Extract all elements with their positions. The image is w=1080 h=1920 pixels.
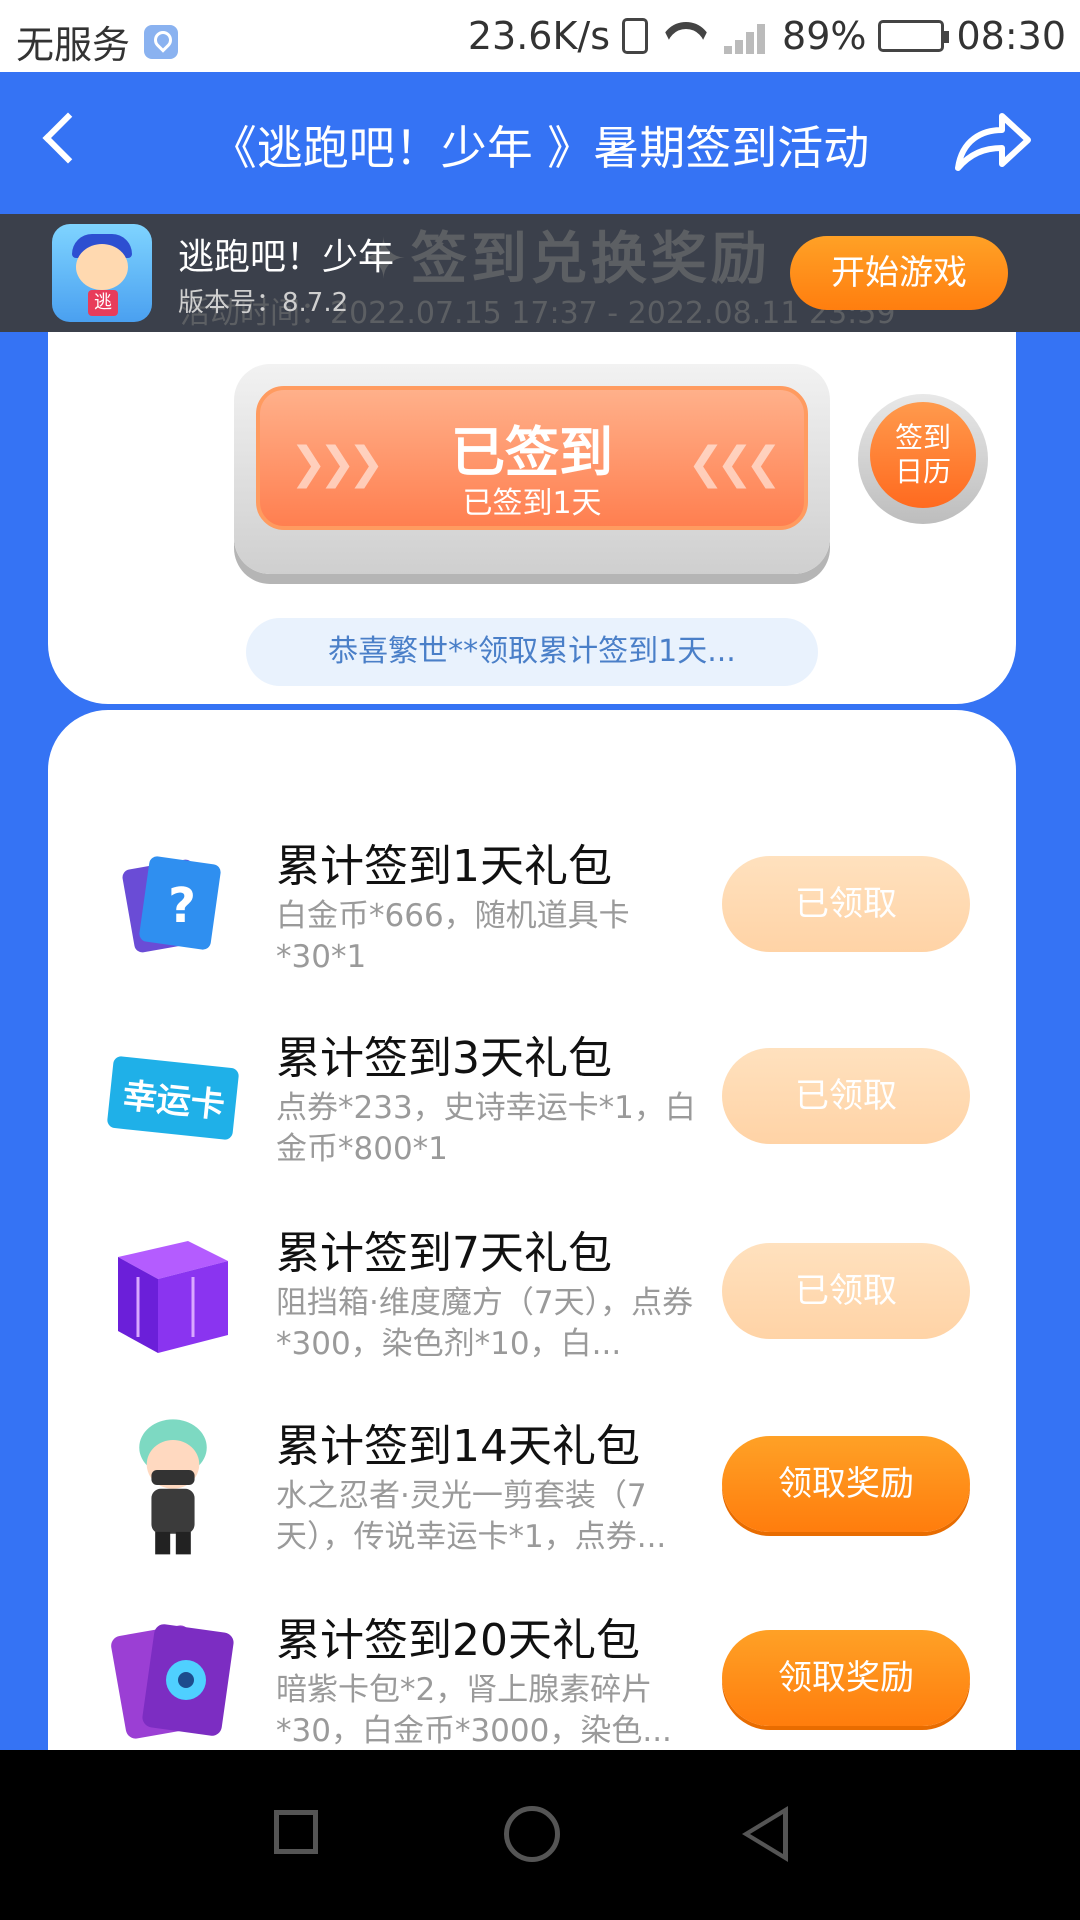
notice-bar: 恭喜繁世**领取累计签到1天...	[246, 618, 818, 686]
reward-desc: 点券*233，史诗幸运卡*1，白金币*800*1	[276, 1090, 696, 1167]
wifi-icon	[660, 18, 712, 54]
checkin-status: 已签到	[451, 421, 613, 484]
status-bar: 无服务 23.6K/s 89% 08:30	[0, 0, 1080, 72]
mystery-card-icon: ?	[122, 856, 221, 953]
location-icon	[144, 24, 179, 59]
rewards-list: ? 累计签到1天礼包 白金币*666，随机道具卡*30*1 已领取 幸运卡 累计…	[48, 710, 1016, 1750]
claim-reward-button[interactable]: 领取奖励	[722, 1630, 970, 1726]
reward-desc: 阻挡箱·维度魔方（7天），点券*300，染色剂*10，白...	[276, 1285, 694, 1362]
checkin-days: 已签到1天	[462, 486, 602, 521]
battery-percent: 89%	[782, 14, 867, 58]
claimed-button[interactable]: 已领取	[722, 1048, 970, 1144]
reward-desc: 暗紫卡包*2，肾上腺素碎片*30，白金币*3000，染色...	[276, 1672, 672, 1749]
game-app-icon: 逃	[52, 224, 152, 322]
reward-title: 累计签到7天礼包	[276, 1228, 612, 1279]
signal-icon	[724, 18, 770, 54]
list-item: 累计签到7天礼包 阻挡箱·维度魔方（7天），点券*300，染色剂*10，白...…	[48, 1207, 1016, 1387]
claimed-button[interactable]: 已领取	[722, 856, 970, 952]
network-speed: 23.6K/s	[467, 14, 611, 58]
start-game-button[interactable]: 开始游戏	[790, 236, 1008, 310]
home-icon[interactable]	[504, 1806, 560, 1862]
app-version: 版本号：8.7.2	[178, 288, 349, 318]
recent-apps-icon[interactable]	[274, 1810, 318, 1854]
card-pack-icon	[111, 1624, 234, 1739]
banner-ghost-title: ✦签到兑换奖励 ✦	[360, 227, 846, 292]
claimed-button[interactable]: 已领取	[722, 1243, 970, 1339]
reward-title: 累计签到3天礼包	[276, 1033, 612, 1084]
reward-title: 累计签到1天礼包	[276, 841, 612, 892]
app-icon-badge: 逃	[88, 290, 118, 316]
svg-text:?: ?	[168, 878, 196, 934]
app-download-banner: ✦签到兑换奖励 ✦ 活动时间：2022.07.15 17:37 - 2022.0…	[0, 214, 1080, 332]
back-triangle-icon[interactable]	[742, 1806, 788, 1862]
calendar-label: 签到 日历	[870, 402, 976, 508]
app-header: 《逃跑吧！少年 》暑期签到活动	[0, 72, 1080, 214]
share-icon[interactable]	[952, 110, 1032, 174]
list-item: 累计签到20天礼包 暗紫卡包*2，肾上腺素碎片*30，白金币*3000，染色..…	[48, 1594, 1016, 1774]
carrier-text: 无服务	[16, 23, 131, 67]
system-nav-bar	[0, 1750, 1080, 1920]
app-name: 逃跑吧！少年	[178, 237, 395, 278]
reward-title: 累计签到14天礼包	[276, 1421, 640, 1472]
checkin-calendar-button[interactable]: 签到 日历	[858, 394, 988, 524]
reward-desc: 白金币*666，随机道具卡*30*1	[276, 898, 630, 975]
reward-desc: 水之忍者·灵光一剪套装（7天），传说幸运卡*1，点券...	[276, 1478, 667, 1555]
checkin-card: ❯❯❯ ❮❮❮ 已签到 已签到1天 签到 日历 恭喜繁世**领取累计签到1天..…	[48, 332, 1016, 704]
lucky-card-icon: 幸运卡	[107, 1056, 239, 1140]
clock: 08:30	[956, 14, 1066, 58]
checkin-button[interactable]: ❯❯❯ ❮❮❮ 已签到 已签到1天	[234, 364, 830, 574]
list-item: ? 累计签到1天礼包 白金币*666，随机道具卡*30*1 已领取	[48, 820, 1016, 1000]
battery-icon	[878, 20, 950, 52]
list-item: 累计签到14天礼包 水之忍者·灵光一剪套装（7天），传说幸运卡*1，点券... …	[48, 1400, 1016, 1580]
list-item: 幸运卡 累计签到3天礼包 点券*233，史诗幸运卡*1，白金币*800*1 已领…	[48, 1012, 1016, 1192]
claim-reward-button[interactable]: 领取奖励	[722, 1436, 970, 1532]
vibrate-icon	[622, 18, 649, 54]
reward-title: 累计签到20天礼包	[276, 1615, 640, 1666]
purple-cube-icon	[118, 1241, 228, 1353]
page-title: 《逃跑吧！少年 》暑期签到活动	[210, 121, 870, 175]
ninja-character-icon	[139, 1419, 207, 1555]
